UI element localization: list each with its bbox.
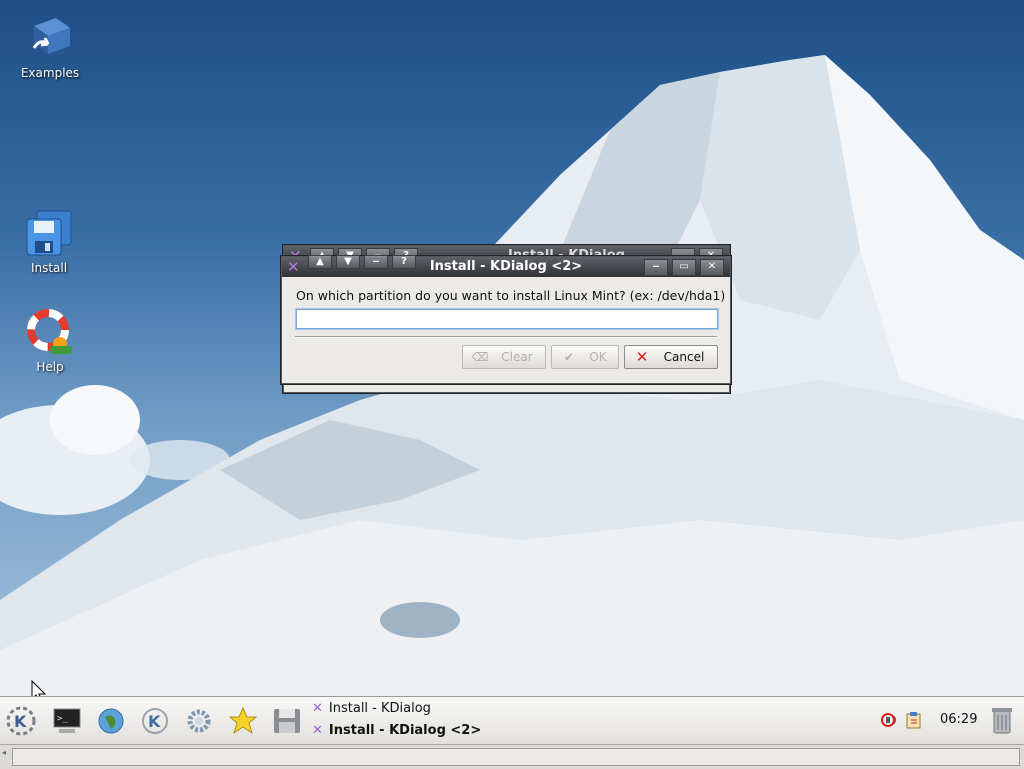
separator xyxy=(295,336,717,338)
window-titlebar[interactable]: ✕ ▲ ▼ ‒ ? Install - KDialog <2> ‒ ▭ ✕ xyxy=(282,255,730,277)
clear-icon: ⌫ xyxy=(471,350,489,364)
trash-icon[interactable] xyxy=(990,705,1014,735)
bookmark-star-icon[interactable] xyxy=(227,705,258,735)
panel-area xyxy=(12,748,1020,766)
desktop-icon-label: Help xyxy=(36,360,64,374)
bottom-panel: ◂ xyxy=(0,744,1024,769)
checkmark-icon: ✔ xyxy=(563,350,575,364)
speaker-muted-icon[interactable] xyxy=(880,711,900,729)
desktop-icon-examples[interactable]: Examples xyxy=(5,14,95,80)
browser-globe-icon[interactable] xyxy=(95,705,125,735)
cancel-button[interactable]: ✕ Cancel xyxy=(624,345,718,369)
clock[interactable]: 06:29 xyxy=(940,712,977,727)
svg-text:K: K xyxy=(148,712,161,731)
partition-input[interactable] xyxy=(296,309,718,329)
svg-text:K: K xyxy=(14,712,27,731)
klipper-icon[interactable] xyxy=(904,710,924,730)
terminal-icon[interactable]: >_ xyxy=(51,705,81,735)
ok-button[interactable]: ✔ OK xyxy=(551,345,619,369)
floppy-install-icon xyxy=(25,209,73,257)
clear-button[interactable]: ⌫ Clear xyxy=(462,345,546,369)
konqueror-icon[interactable]: K xyxy=(139,705,169,735)
kde-menu-icon[interactable]: K xyxy=(5,705,36,736)
desktop-icon-install[interactable]: Install xyxy=(4,209,94,275)
dialog-window[interactable]: ✕ ▲ ▼ ‒ ? Install - KDialog <2> ‒ ▭ ✕ On… xyxy=(281,255,731,384)
kdialog-app-icon: ✕ xyxy=(312,701,323,716)
desktop-icon-label: Install xyxy=(30,261,68,275)
close-button[interactable]: ✕ xyxy=(700,259,724,276)
cancel-x-icon: ✕ xyxy=(635,348,649,366)
taskbar: K >_ K ✕ Install - KDialog ✕ Install - KDi… xyxy=(0,696,1024,745)
maximize-button[interactable]: ▭ xyxy=(672,259,696,276)
svg-text:>_: >_ xyxy=(57,714,68,724)
minimize-button[interactable]: ‒ xyxy=(644,259,668,276)
lifebuoy-help-icon xyxy=(26,308,74,356)
kdialog-app-icon: ✕ xyxy=(312,723,323,738)
panel-hide-arrow-icon[interactable]: ◂ xyxy=(2,748,6,757)
folder-book-icon xyxy=(26,14,74,62)
task-item[interactable]: ✕ Install - KDialog xyxy=(312,701,431,716)
floppy-icon[interactable] xyxy=(271,705,301,735)
desktop-icon-help[interactable]: Help xyxy=(5,308,95,374)
task-item-active[interactable]: ✕ Install - KDialog <2> xyxy=(312,723,481,738)
prompt-label: On which partition do you want to instal… xyxy=(296,288,726,303)
desktop-icon-label: Examples xyxy=(20,66,80,80)
settings-gear-icon[interactable] xyxy=(183,705,213,735)
